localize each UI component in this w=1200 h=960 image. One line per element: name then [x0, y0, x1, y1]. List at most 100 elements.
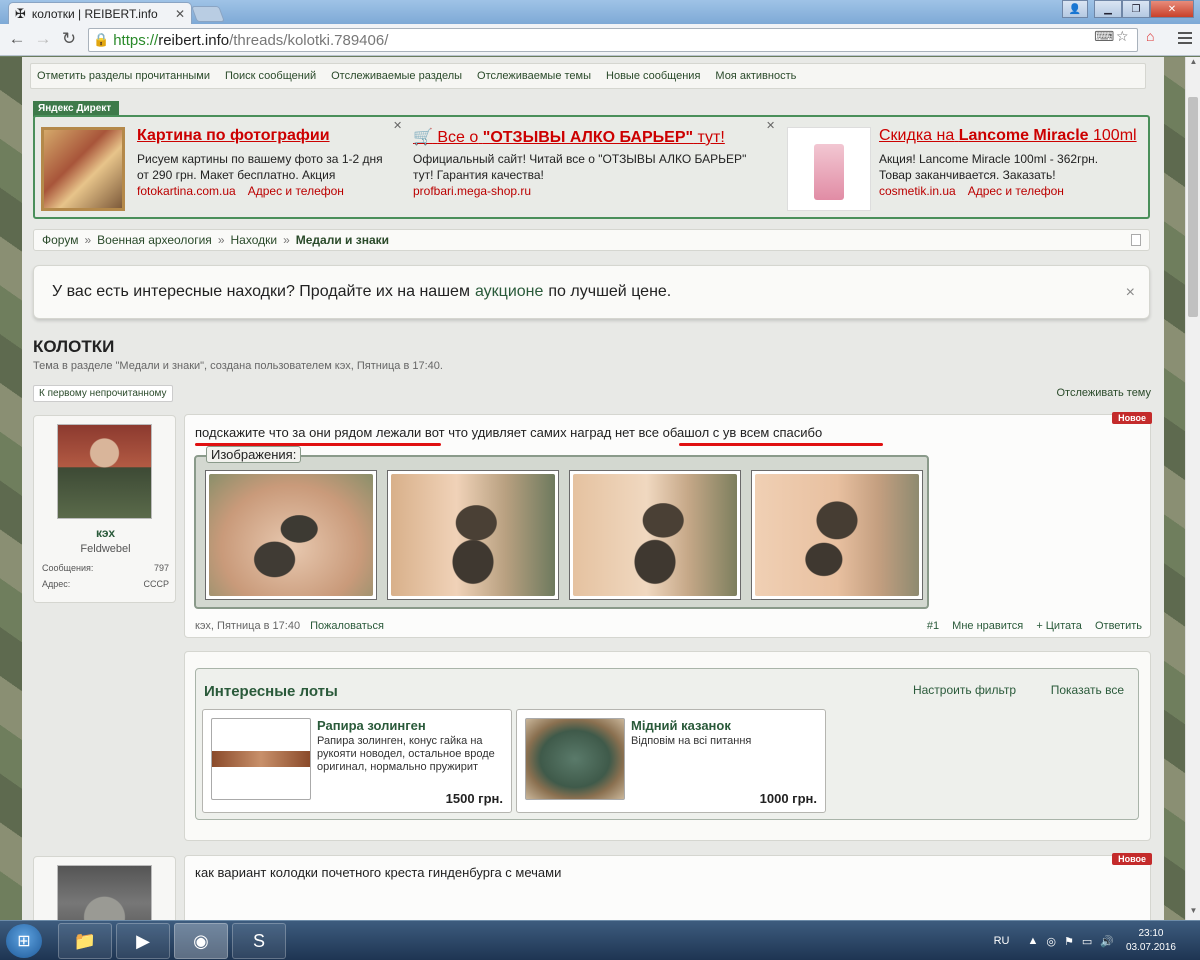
quote-link[interactable]: + Цитата	[1036, 620, 1082, 632]
scroll-up-icon[interactable]: ▲	[1186, 57, 1200, 71]
attachments-label: Изображения:	[206, 446, 302, 463]
back-button[interactable]: ←	[6, 29, 28, 49]
chrome-menu-icon[interactable]	[1178, 32, 1192, 47]
lot-title[interactable]: Мідний казанок	[631, 718, 731, 733]
notice-text-after: по лучшей цене.	[548, 283, 672, 300]
attachment-thumbnail[interactable]	[387, 470, 559, 600]
lot-image[interactable]	[525, 718, 625, 800]
username[interactable]: кэх	[34, 526, 177, 540]
stat-value: 797	[153, 563, 169, 573]
forward-button[interactable]: →	[32, 29, 54, 49]
scroll-down-icon[interactable]: ▼	[1186, 906, 1200, 920]
ad-desc-line2: Товар заканчивается. Заказать!	[879, 168, 1056, 182]
action-center-icon[interactable]: ⚑	[1064, 935, 1074, 948]
user-panel	[33, 856, 176, 920]
ad-domain[interactable]: cosmetik.in.ua	[879, 184, 956, 198]
lots-filter-link[interactable]: Настроить фильтр	[913, 683, 1016, 697]
start-button[interactable]: ⊞	[6, 924, 42, 958]
tray-app-icon[interactable]: ◎	[1046, 935, 1056, 948]
auction-link[interactable]: аукционе	[475, 283, 543, 301]
attachment-thumbnail[interactable]	[205, 470, 377, 600]
lot-image[interactable]	[211, 718, 311, 800]
ad-item[interactable]: Скидка на Lancome Miracle 100ml Акция! L…	[787, 125, 1147, 215]
post-number-link[interactable]: #1	[927, 620, 939, 632]
volume-icon[interactable]: 🔊	[1100, 935, 1114, 948]
ad-desc-line2: от 290 грн. Макет бесплатно. Акция	[137, 168, 336, 182]
notice-close-icon[interactable]: ×	[1126, 284, 1135, 302]
ad-close-icon[interactable]: ✕	[766, 119, 775, 132]
stat-label: Сообщения:	[42, 563, 94, 573]
first-unread-button[interactable]: К первому непрочитанному	[33, 385, 173, 402]
post-actions: #1 Мне нравится + Цитата Ответить	[917, 620, 1142, 632]
breadcrumb-separator: »	[84, 233, 92, 247]
watch-thread-link[interactable]: Отслеживать тему	[1056, 387, 1151, 399]
nav-mark-read[interactable]: Отметить разделы прочитанными	[37, 70, 210, 82]
avatar[interactable]	[57, 424, 152, 519]
address-bar[interactable]: 🔒 https://reibert.info/threads/kolotki.7…	[88, 28, 1138, 52]
maximize-button[interactable]: ❐	[1122, 0, 1150, 18]
ad-thumbnail[interactable]	[787, 127, 871, 211]
nav-my-activity[interactable]: Моя активность	[715, 70, 796, 82]
ad-contacts-link[interactable]: Адрес и телефон	[248, 184, 344, 198]
media-player-icon[interactable]: ▶	[116, 923, 170, 959]
nav-search-messages[interactable]: Поиск сообщений	[225, 70, 316, 82]
auction-notice: У вас есть интересные находки? Продайте …	[33, 265, 1150, 319]
post-author-date[interactable]: кэх, Пятница в 17:40	[195, 620, 300, 632]
breadcrumb-item[interactable]: Находки	[231, 233, 278, 247]
vertical-scrollbar[interactable]: ▲ ▼	[1185, 57, 1200, 920]
network-icon[interactable]: ▭	[1082, 935, 1092, 948]
nav-watched-forums[interactable]: Отслеживаемые разделы	[331, 70, 462, 82]
browser-tab[interactable]: ✠ колотки | REIBERT.info ✕	[8, 2, 192, 24]
ad-contacts-link[interactable]: Адрес и телефон	[968, 184, 1064, 198]
profile-icon[interactable]: 👤	[1062, 0, 1088, 18]
window-title-bar: ✠ колотки | REIBERT.info ✕ 👤 ▁ ❐ ✕	[0, 0, 1200, 24]
lot-card[interactable]: Мідний казанок Відповім на всі питання 1…	[516, 709, 826, 813]
ad-title[interactable]: 🛒 Все о "ОТЗЫВЫ АЛКО БАРЬЕР" тут!	[413, 127, 725, 147]
ad-item[interactable]: Картина по фотографии Рисуем картины по …	[41, 125, 401, 215]
reply-link[interactable]: Ответить	[1095, 620, 1142, 632]
clock[interactable]: 23:10 03.07.2016	[1126, 927, 1176, 955]
report-link[interactable]: Пожаловаться	[310, 620, 384, 632]
tray-expand-icon[interactable]: ▲	[1027, 935, 1038, 947]
breadcrumb-current[interactable]: Медали и знаки	[296, 233, 389, 247]
ad-title[interactable]: Скидка на Lancome Miracle 100ml	[879, 127, 1137, 145]
new-badge: Новое	[1112, 412, 1152, 424]
new-tab-button[interactable]	[191, 6, 225, 22]
breadcrumb-item[interactable]: Форум	[42, 233, 78, 247]
tab-close-icon[interactable]: ✕	[175, 7, 185, 21]
ad-domain[interactable]: fotokartina.com.ua	[137, 184, 236, 198]
bookmark-star-icon[interactable]: ☆	[1116, 28, 1129, 45]
ad-thumbnail[interactable]	[41, 127, 125, 211]
language-indicator[interactable]: RU	[994, 935, 1010, 947]
stat-address: Адрес: СССР	[42, 579, 169, 589]
ad-domain[interactable]: profbari.mega-shop.ru	[413, 184, 531, 198]
stat-label: Адрес:	[42, 579, 71, 589]
attachment-thumbnail[interactable]	[751, 470, 923, 600]
like-link[interactable]: Мне нравится	[952, 620, 1023, 632]
lot-card[interactable]: Рапира золинген Рапира золинген, конус г…	[202, 709, 512, 813]
nav-watched-threads[interactable]: Отслеживаемые темы	[477, 70, 591, 82]
ad-item[interactable]: 🛒 Все о "ОТЗЫВЫ АЛКО БАРЬЕР" тут! Официа…	[413, 125, 773, 215]
lots-panel: Интересные лоты Настроить фильтр Показат…	[195, 668, 1139, 820]
avatar[interactable]	[57, 865, 152, 920]
extension-icon[interactable]: ⌂	[1146, 28, 1154, 44]
ad-title[interactable]: Картина по фотографии	[137, 127, 330, 145]
lots-show-all-link[interactable]: Показать все	[1051, 683, 1124, 697]
yandex-direct-ads: Картина по фотографии Рисуем картины по …	[33, 115, 1150, 219]
scroll-thumb[interactable]	[1188, 97, 1198, 317]
minimize-button[interactable]: ▁	[1094, 0, 1122, 18]
translate-icon[interactable]: ⌨	[1094, 28, 1114, 45]
skype-icon[interactable]: S	[232, 923, 286, 959]
nav-new-posts[interactable]: Новые сообщения	[606, 70, 700, 82]
lot-title[interactable]: Рапира золинген	[317, 718, 426, 733]
breadcrumb-item[interactable]: Военная археология	[97, 233, 212, 247]
chrome-icon[interactable]: ◉	[174, 923, 228, 959]
system-tray: RU ▲ ◎ ⚑ ▭ 🔊 23:10 03.07.2016	[994, 921, 1200, 960]
window-controls: 👤 ▁ ❐ ✕	[1062, 0, 1194, 18]
reload-button[interactable]: ↻	[58, 29, 80, 49]
explorer-icon[interactable]: 📁	[58, 923, 112, 959]
close-window-button[interactable]: ✕	[1150, 0, 1194, 18]
user-title: Feldwebel	[80, 543, 131, 555]
attachment-thumbnail[interactable]	[569, 470, 741, 600]
ad-close-icon[interactable]: ✕	[393, 119, 402, 132]
